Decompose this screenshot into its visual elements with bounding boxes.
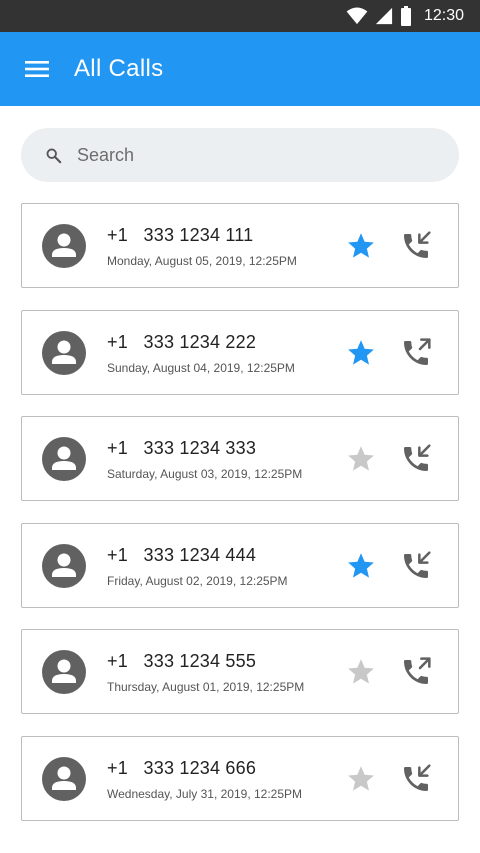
avatar-icon (42, 543, 86, 588)
call-item[interactable]: +1 333 1234 444 Friday, August 02, 2019,… (21, 522, 459, 608)
avatar-icon (42, 224, 86, 268)
star-outline-icon[interactable] (346, 657, 376, 687)
outgoing-call-icon[interactable] (400, 656, 432, 688)
avatar-icon (42, 756, 86, 801)
page-title: All Calls (74, 55, 164, 82)
call-date: Sunday, August 04, 2019, 12:25PM (107, 360, 295, 375)
search-bar[interactable] (21, 128, 459, 182)
call-item[interactable]: +1 333 1234 111 Monday, August 05, 2019,… (21, 203, 459, 288)
call-date: Monday, August 05, 2019, 12:25PM (107, 254, 297, 268)
star-outline-icon[interactable] (346, 444, 376, 474)
call-number: +1 333 1234 111 (107, 225, 254, 245)
call-item[interactable]: +1 333 1234 222 Sunday, August 04, 2019,… (21, 309, 459, 395)
starred-icon[interactable] (346, 338, 376, 368)
search-input[interactable] (75, 143, 419, 167)
call-list: +1 333 1234 111 Monday, August 05, 2019,… (21, 203, 459, 843)
avatar-icon (42, 650, 86, 695)
call-date: Wednesday, July 31, 2019, 12:25PM (107, 786, 303, 801)
menu-icon[interactable] (24, 56, 50, 82)
call-number: +1 333 1234 333 (107, 438, 257, 459)
battery-icon (400, 6, 411, 26)
wifi-icon (346, 7, 368, 25)
status-time: 12:30 (423, 7, 464, 24)
call-number: +1 333 1234 222 (107, 331, 257, 352)
search-icon (45, 146, 63, 164)
call-date: Friday, August 02, 2019, 12:25PM (107, 573, 288, 588)
incoming-call-icon[interactable] (400, 550, 432, 582)
outgoing-call-icon[interactable] (400, 337, 432, 369)
incoming-call-icon[interactable] (400, 230, 432, 262)
app-bar: All Calls (0, 32, 480, 106)
call-item[interactable]: +1 333 1234 666 Wednesday, July 31, 2019… (21, 735, 459, 821)
starred-icon[interactable] (346, 551, 376, 581)
star-outline-icon[interactable] (346, 764, 376, 794)
starred-icon[interactable] (346, 231, 376, 261)
call-number: +1 333 1234 444 (107, 544, 257, 565)
status-bar: 12:30 (0, 0, 480, 32)
call-date: Saturday, August 03, 2019, 12:25PM (107, 467, 303, 482)
cell-signal-icon (375, 7, 393, 25)
call-number: +1 333 1234 666 (107, 757, 257, 778)
avatar-icon (42, 330, 86, 375)
call-item[interactable]: +1 333 1234 333 Saturday, August 03, 201… (21, 416, 459, 502)
call-item[interactable]: +1 333 1234 555 Thursday, August 01, 201… (21, 629, 459, 715)
call-date: Thursday, August 01, 2019, 12:25PM (107, 680, 305, 695)
incoming-call-icon[interactable] (400, 443, 432, 475)
call-number: +1 333 1234 555 (107, 651, 257, 672)
incoming-call-icon[interactable] (400, 763, 432, 795)
avatar-icon (42, 437, 86, 482)
